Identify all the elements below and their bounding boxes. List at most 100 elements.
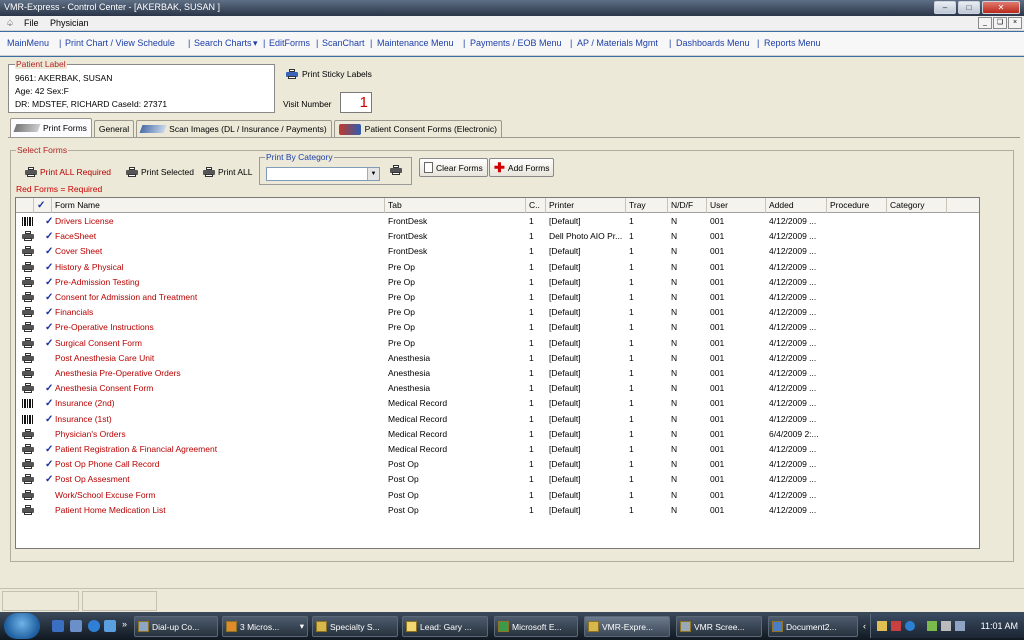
nav-reports-menu[interactable]: Reports Menu [764, 38, 821, 48]
print-category-button[interactable] [390, 165, 402, 175]
nav-payments-eob[interactable]: Payments / EOB Menu [470, 38, 562, 48]
tab-print-forms[interactable]: Print Forms [10, 118, 92, 137]
cell-category [887, 442, 947, 457]
maximize-button[interactable]: □ [958, 1, 980, 14]
internet-explorer-icon[interactable] [88, 620, 100, 632]
table-row[interactable]: Patient Home Medication List Post Op 1 [Def… [16, 503, 979, 518]
table-row[interactable]: ✓ Post Op Phone Call Record Post Op 1 [Defau… [16, 457, 979, 472]
cell-procedure [827, 336, 887, 351]
table-row[interactable]: ✓ Cover Sheet FrontDesk 1 [Default] 1 N 001 4/12… [16, 244, 979, 259]
col-check[interactable]: ✓ [34, 198, 52, 213]
mdi-restore-button[interactable]: ❏ [993, 17, 1007, 29]
nav-scan-chart[interactable]: ScanChart [322, 38, 365, 48]
table-row[interactable]: ✓ History & Physical Pre Op 1 [Default] 1 N 001… [16, 260, 979, 275]
tray-expand-icon[interactable]: ‹ [863, 621, 866, 631]
taskbar-item-specialty[interactable]: Specialty S... [312, 616, 398, 637]
table-row[interactable]: ✓ FaceSheet FrontDesk 1 Dell Photo AIO Pr...… [16, 229, 979, 244]
quicklaunch-more-icon[interactable]: » [122, 619, 127, 629]
col-ndf[interactable]: N/D/F [668, 198, 707, 213]
table-row[interactable]: ✓ Drivers License FrontDesk 1 [Default] 1 N 001… [16, 214, 979, 229]
search-charts-dropdown-icon[interactable]: ▾ [253, 38, 258, 49]
col-category[interactable]: Category [887, 198, 947, 213]
close-button[interactable]: ✕ [982, 1, 1020, 14]
tray-power-icon[interactable] [955, 621, 965, 631]
tab-scan-images[interactable]: Scan Images (DL / Insurance / Payments) [136, 120, 332, 137]
clear-forms-button[interactable]: Clear Forms [419, 158, 488, 177]
col-icon[interactable] [16, 198, 34, 213]
menu-physician[interactable]: Physician [50, 18, 89, 28]
quicklaunch-icon[interactable] [104, 620, 116, 632]
tray-network-icon[interactable] [927, 621, 937, 631]
table-row[interactable]: ✓ Anesthesia Consent Form Anesthesia 1 [Defa… [16, 381, 979, 396]
nav-print-chart[interactable]: Print Chart / View Schedule [65, 38, 175, 48]
table-row[interactable]: Anesthesia Pre-Operative Orders Anesthesi… [16, 366, 979, 381]
col-copies[interactable]: C.. [526, 198, 546, 213]
switch-windows-icon[interactable] [70, 620, 82, 632]
tray-app-icon[interactable] [877, 621, 887, 631]
show-desktop-icon[interactable] [52, 620, 64, 632]
table-row[interactable]: ✓ Surgical Consent Form Pre Op 1 [Default] 1 N… [16, 336, 979, 351]
print-all-button[interactable]: Print ALL [203, 167, 253, 177]
taskbar-item-lead[interactable]: Lead: Gary ... [402, 616, 488, 637]
add-forms-button[interactable]: ✚ Add Forms [489, 158, 555, 177]
table-row[interactable]: ✓ Consent for Admission and Treatment Pre … [16, 290, 979, 305]
nav-search-charts[interactable]: Search Charts [194, 38, 252, 48]
app-icon[interactable]: ♤ [6, 18, 14, 29]
select-forms-legend: Select Forms [16, 145, 69, 155]
col-tray[interactable]: Tray [626, 198, 668, 213]
cell-printer: [Default] [549, 474, 581, 485]
col-tab[interactable]: Tab [385, 198, 526, 213]
table-row[interactable]: ✓ Patient Registration & Financial Agreem… [16, 442, 979, 457]
table-row[interactable]: Physician's Orders Medical Record 1 [Defaul… [16, 427, 979, 442]
table-row[interactable]: ✓ Insurance (1st) Medical Record 1 [Default]… [16, 412, 979, 427]
mdi-close-button[interactable]: × [1008, 17, 1022, 29]
nav-ap-materials[interactable]: AP / Materials Mgmt [577, 38, 658, 48]
table-row[interactable]: ✓ Post Op Assesment Post Op 1 [Default] 1 N 001… [16, 472, 979, 487]
taskbar-item-vmr-express[interactable]: VMR-Expre... [584, 616, 670, 637]
table-row[interactable]: Post Anesthesia Care Unit Anesthesia 1 [Def… [16, 351, 979, 366]
menu-file[interactable]: File [24, 18, 39, 28]
tray-antivirus-icon[interactable] [891, 621, 901, 631]
table-row[interactable]: Work/School Excuse Form Post Op 1 [Default]… [16, 488, 979, 503]
cell-procedure [827, 275, 887, 290]
taskbar-item-microsoft-excel[interactable]: Microsoft E... [494, 616, 578, 637]
cell-tab: Anesthesia [388, 368, 431, 378]
nav-maintenance-menu[interactable]: Maintenance Menu [377, 38, 454, 48]
mdi-minimize-button[interactable]: _ [978, 17, 992, 29]
col-printer[interactable]: Printer [546, 198, 626, 213]
table-row[interactable]: ✓ Financials Pre Op 1 [Default] 1 N 001 4/12/200… [16, 305, 979, 320]
tray-info-icon[interactable] [905, 621, 915, 631]
taskbar-item-microsoft[interactable]: 3 Micros... ▾ [222, 616, 308, 637]
chevron-down-icon[interactable]: ▼ [367, 168, 379, 180]
minimize-button[interactable]: – [934, 1, 956, 14]
taskbar-clock[interactable]: 11:01 AM [981, 621, 1018, 631]
nav-edit-forms[interactable]: EditForms [269, 38, 310, 48]
table-row[interactable]: ✓ Insurance (2nd) Medical Record 1 [Default]… [16, 396, 979, 411]
cell-c: 1 [529, 504, 534, 515]
cell-tray: 1 [629, 383, 634, 394]
nav-main-menu[interactable]: MainMenu [7, 38, 49, 48]
col-added[interactable]: Added [766, 198, 827, 213]
table-row[interactable]: ✓ Pre-Admission Testing Pre Op 1 [Default] 1 N… [16, 275, 979, 290]
printer-icon [126, 167, 138, 177]
col-form-name[interactable]: Form Name [52, 198, 385, 213]
print-all-required-button[interactable]: Print ALL Required [25, 167, 111, 177]
print-sticky-labels-button[interactable]: Print Sticky Labels [286, 69, 372, 79]
visit-number-field[interactable]: 1 [340, 92, 372, 113]
tab-general[interactable]: General [93, 120, 135, 137]
taskbar-item-vmr-screen[interactable]: VMR Scree... [676, 616, 762, 637]
col-procedure[interactable]: Procedure [827, 198, 887, 213]
col-user[interactable]: User [707, 198, 766, 213]
taskbar-item-document2[interactable]: Document2... [768, 616, 858, 637]
nav-dashboards-menu[interactable]: Dashboards Menu [676, 38, 750, 48]
cell-user: 001 [710, 444, 725, 454]
tray-volume-icon[interactable] [941, 621, 951, 631]
print-selected-button[interactable]: Print Selected [126, 167, 194, 177]
table-row[interactable]: ✓ Pre-Operative Instructions Pre Op 1 [Defau… [16, 320, 979, 335]
cell-user: 001 [710, 368, 725, 378]
start-button[interactable] [4, 613, 40, 639]
taskbar-item-dialup[interactable]: Dial-up Co... [134, 616, 218, 637]
tab-patient-consent[interactable]: Patient Consent Forms (Electronic) [333, 120, 502, 137]
cell-printer: [Default] [549, 261, 581, 272]
category-select[interactable]: ▼ [266, 167, 380, 181]
